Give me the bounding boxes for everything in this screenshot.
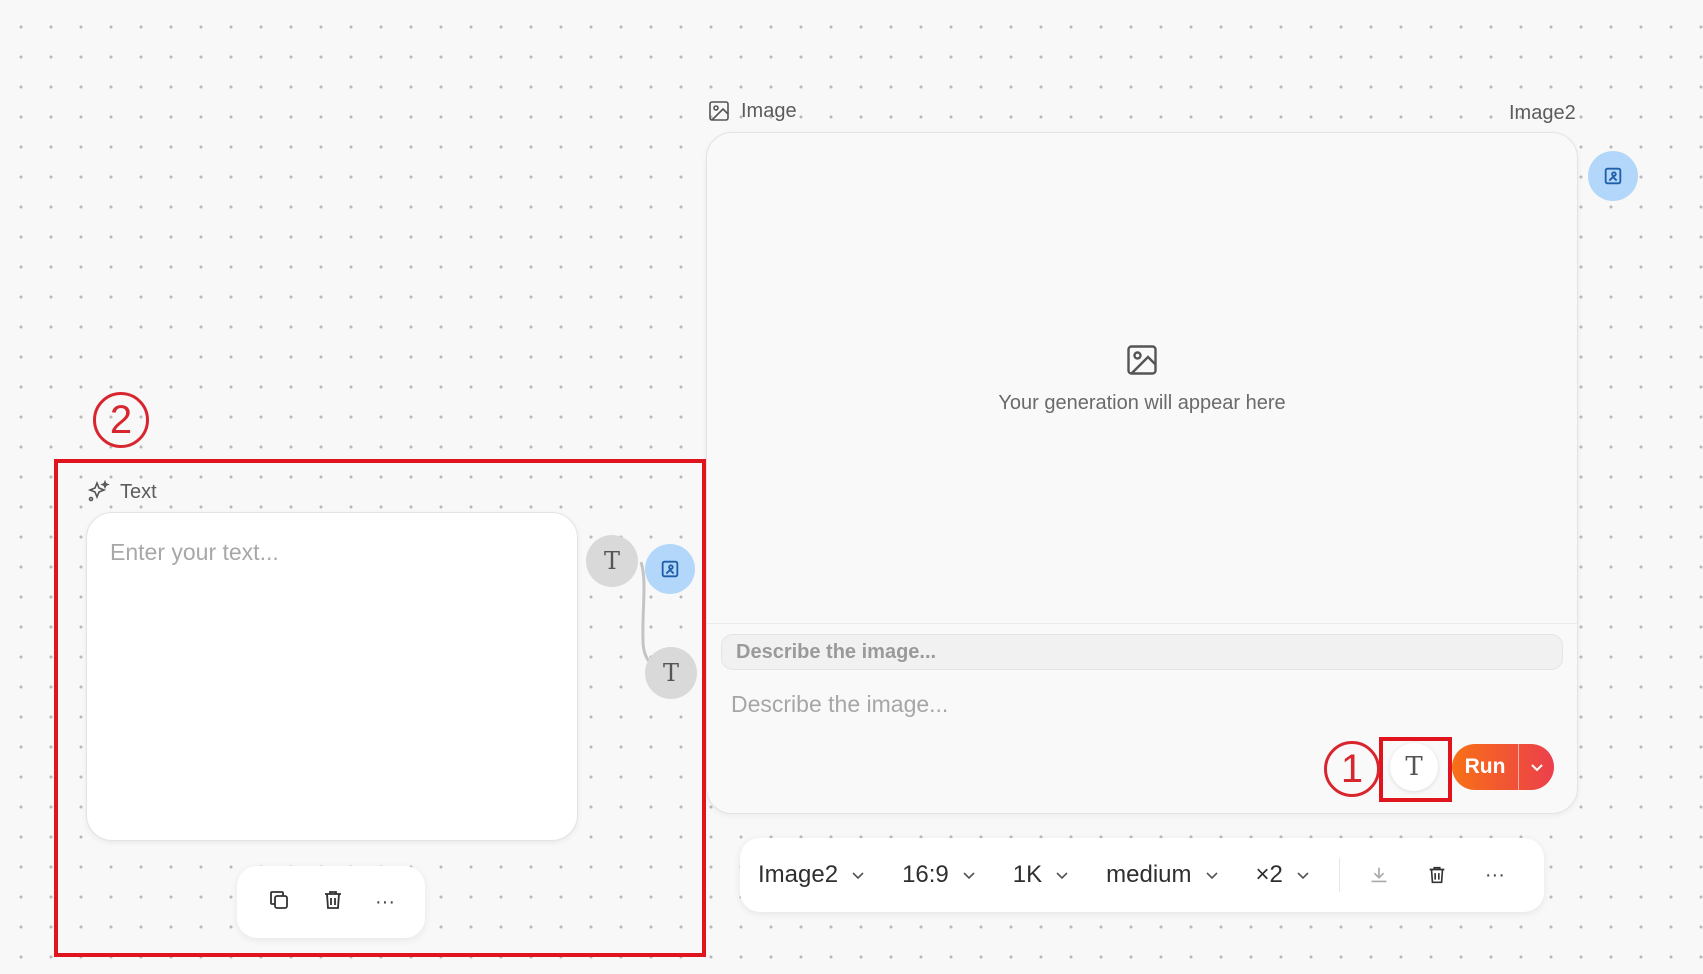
- image-node-label: Image: [707, 99, 797, 123]
- image-placeholder-icon: [1127, 344, 1157, 375]
- chevron-down-icon: [963, 872, 975, 880]
- image-icon: [709, 101, 729, 121]
- chevron-down-icon: [852, 872, 864, 880]
- quality-select[interactable]: medium: [1088, 861, 1237, 889]
- annotation-box-1: [1379, 737, 1452, 802]
- aspect-ratio-value: 16:9: [902, 861, 949, 888]
- chevron-down-icon: [1297, 872, 1309, 880]
- prompt-chip[interactable]: Describe the image...: [721, 634, 1563, 670]
- image-output-handle[interactable]: [1588, 151, 1638, 201]
- model-select[interactable]: Image2: [740, 861, 884, 889]
- chevron-down-icon: [1205, 872, 1218, 880]
- image-node-model-name: Image2: [1509, 102, 1576, 124]
- generation-preview: Your generation will appear here: [707, 133, 1577, 624]
- chevron-down-icon: [1530, 764, 1543, 772]
- annotation-box-2: [54, 459, 706, 957]
- more-options-button[interactable]: ···: [1466, 864, 1524, 887]
- delete-button[interactable]: [1408, 864, 1466, 886]
- model-select-value: Image2: [758, 861, 839, 888]
- annotation-number-2: 2: [93, 392, 149, 448]
- download-button[interactable]: [1350, 864, 1408, 886]
- toolbar-divider: [1338, 858, 1340, 892]
- count-select[interactable]: ×2: [1238, 861, 1329, 889]
- quality-value: medium: [1106, 861, 1192, 888]
- chevron-down-icon: [1056, 872, 1068, 880]
- image-node-title: Image: [741, 99, 797, 122]
- image-node-toolbar: Image2 16:9 1K medium ×2 ···: [740, 838, 1544, 912]
- download-icon: [1371, 867, 1387, 883]
- aspect-ratio-select[interactable]: 16:9: [884, 861, 995, 889]
- resolution-value: 1K: [1012, 861, 1043, 888]
- run-button[interactable]: Run: [1452, 744, 1518, 790]
- image-handle-icon: [1604, 167, 1622, 185]
- annotation-number-1: 1: [1324, 741, 1380, 797]
- preview-placeholder-text: Your generation will appear here: [998, 391, 1286, 414]
- image-node[interactable]: Your generation will appear here Describ…: [706, 132, 1578, 814]
- run-button-group: Run: [1452, 744, 1554, 790]
- count-value: ×2: [1255, 861, 1283, 888]
- prompt-input[interactable]: Describe the image...: [731, 691, 948, 718]
- trash-icon: [1429, 866, 1445, 884]
- run-options-button[interactable]: [1519, 744, 1554, 790]
- resolution-select[interactable]: 1K: [995, 861, 1088, 889]
